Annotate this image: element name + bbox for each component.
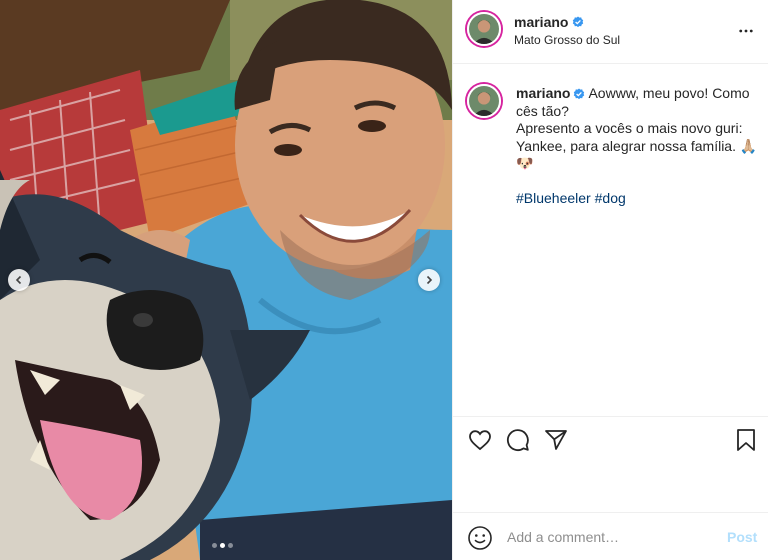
post-side-panel: mariano Mato Grosso do Sul mariano Aowww…: [452, 0, 768, 560]
heart-icon: [469, 430, 491, 451]
avatar-image: [469, 14, 499, 44]
paper-plane-icon: [545, 430, 567, 450]
carousel-prev-button[interactable]: [8, 269, 30, 291]
more-options-button[interactable]: [738, 23, 754, 39]
carousel-next-button[interactable]: [418, 269, 440, 291]
post-photo: [0, 0, 452, 560]
add-comment-bar: Post: [453, 512, 768, 560]
caption-username[interactable]: mariano: [516, 85, 585, 103]
chevron-left-icon: [15, 275, 22, 285]
share-button[interactable]: [543, 427, 569, 453]
bookmark-icon: [737, 429, 755, 451]
caption-text: mariano Aowww, meu povo! Como cês tão? A…: [516, 85, 762, 207]
verified-badge-icon: [574, 88, 585, 99]
like-button[interactable]: [467, 427, 493, 453]
caption-hashtags: #Blueheeler #dog: [516, 190, 762, 208]
emoji-picker-button[interactable]: [467, 525, 493, 551]
post-actions: [453, 416, 768, 512]
post-header: mariano Mato Grosso do Sul: [453, 0, 768, 64]
author-username[interactable]: mariano: [514, 14, 584, 30]
carousel-dot: [220, 543, 225, 548]
smiley-icon: [468, 526, 492, 550]
verified-badge-icon: [573, 16, 584, 28]
carousel-dot: [228, 543, 233, 548]
post-comment-button[interactable]: Post: [727, 529, 757, 545]
post-media[interactable]: [0, 0, 452, 560]
hashtag-link[interactable]: #Blueheeler: [516, 190, 591, 206]
caption-avatar[interactable]: [467, 84, 501, 118]
hashtag-link[interactable]: #dog: [595, 190, 626, 206]
author-avatar[interactable]: [467, 12, 501, 46]
carousel-dot: [212, 543, 217, 548]
caption-username-text[interactable]: mariano: [516, 85, 570, 103]
comment-bubble-icon: [507, 429, 529, 451]
more-horizontal-icon: [739, 29, 753, 33]
carousel-indicator: [212, 543, 233, 548]
comment-button[interactable]: [505, 427, 531, 453]
chevron-right-icon: [426, 275, 433, 285]
save-button[interactable]: [733, 427, 759, 453]
avatar-image: [469, 86, 499, 116]
post-caption: mariano Aowww, meu povo! Como cês tão? A…: [453, 64, 768, 416]
post-location[interactable]: Mato Grosso do Sul: [514, 33, 620, 47]
caption-line-2: Apresento a vocês o mais novo guri: Yank…: [516, 120, 758, 171]
comment-input[interactable]: [507, 527, 707, 547]
author-username-text[interactable]: mariano: [514, 14, 568, 30]
